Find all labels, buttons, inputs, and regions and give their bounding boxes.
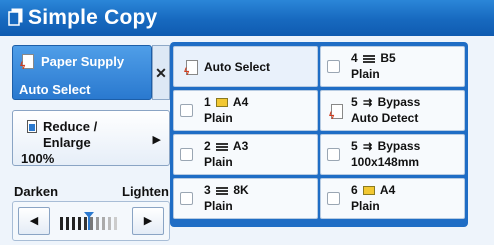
- option-label: 3 8K: [204, 183, 249, 197]
- tray-lines-icon: [216, 143, 229, 151]
- option-bypass-auto[interactable]: ϟ 5 ⇉ Bypass Auto Detect: [320, 90, 465, 131]
- option-tray-3[interactable]: 3 8K Plain: [173, 178, 318, 219]
- title-bar: Simple Copy: [0, 0, 494, 36]
- paper-flame-icon: ϟ: [184, 60, 198, 78]
- option-sublabel: Plain: [204, 111, 233, 125]
- paper-supply-button[interactable]: ϟ Paper Supply Auto Select: [12, 45, 152, 100]
- checkbox: [180, 104, 193, 117]
- paper-flame-icon: ϟ: [329, 104, 343, 122]
- checkbox: [327, 192, 340, 205]
- right-edge-panel: [470, 42, 494, 227]
- option-label: 5 ⇉ Bypass: [351, 139, 421, 153]
- reduce-enlarge-label-2: Enlarge: [43, 135, 91, 150]
- tray-lines-icon: [216, 187, 229, 195]
- lighten-button[interactable]: ▶: [132, 207, 164, 235]
- close-paper-supply-button[interactable]: ✕: [152, 45, 170, 100]
- bypass-icon: ⇉: [363, 97, 373, 109]
- option-tray-1[interactable]: 1 A4 Plain: [173, 90, 318, 131]
- reduce-enlarge-label-1: Reduce /: [43, 119, 98, 134]
- option-label: 1 A4: [204, 95, 249, 109]
- paper-supply-label: Paper Supply: [41, 54, 125, 69]
- darkness-scale: [60, 212, 117, 230]
- option-label: 6 A4: [351, 183, 396, 197]
- reduce-enlarge-button[interactable]: Reduce / Enlarge 100% ▶: [12, 110, 170, 166]
- tray-paper-icon: [216, 98, 229, 107]
- option-label: 5 ⇉ Bypass: [351, 95, 421, 109]
- option-sublabel: Plain: [351, 67, 380, 81]
- option-label: 2 A3: [204, 139, 249, 153]
- checkbox: [327, 148, 340, 161]
- arrow-left-icon: ◀: [29, 215, 39, 227]
- option-sublabel: Plain: [204, 199, 233, 213]
- darken-label: Darken: [14, 184, 59, 199]
- arrow-right-icon: ▶: [143, 215, 153, 227]
- checkbox: [180, 192, 193, 205]
- bypass-icon: ⇉: [363, 141, 373, 153]
- chevron-right-icon: ▶: [152, 134, 161, 146]
- option-tray-6[interactable]: 6 A4 Plain: [320, 178, 465, 219]
- option-label: Auto Select: [204, 60, 271, 74]
- reduce-enlarge-value: 100%: [21, 151, 55, 166]
- option-sublabel: Plain: [351, 199, 380, 213]
- tray-lines-icon: [363, 55, 376, 63]
- lighten-label: Lighten: [122, 184, 169, 199]
- paper-supply-value: Auto Select: [19, 82, 91, 97]
- option-label: 4 B5: [351, 51, 396, 65]
- option-sublabel: 100x148mm: [351, 155, 420, 169]
- option-sublabel: Plain: [204, 155, 233, 169]
- page-title: Simple Copy: [28, 6, 158, 29]
- option-tray-4[interactable]: 4 B5 Plain: [320, 46, 465, 87]
- checkbox: [327, 60, 340, 73]
- reduce-enlarge-icon: [27, 120, 37, 133]
- darken-button[interactable]: ◀: [18, 207, 50, 235]
- tray-paper-icon: [363, 186, 376, 195]
- option-auto-select[interactable]: ϟ Auto Select: [173, 46, 318, 87]
- option-sublabel: Auto Detect: [351, 111, 419, 125]
- checkbox: [180, 148, 193, 161]
- option-bypass-100x148[interactable]: 5 ⇉ Bypass 100x148mm: [320, 134, 465, 175]
- paper-supply-icon: ϟ: [20, 54, 34, 72]
- copy-icon: [8, 8, 23, 26]
- option-tray-2[interactable]: 2 A3 Plain: [173, 134, 318, 175]
